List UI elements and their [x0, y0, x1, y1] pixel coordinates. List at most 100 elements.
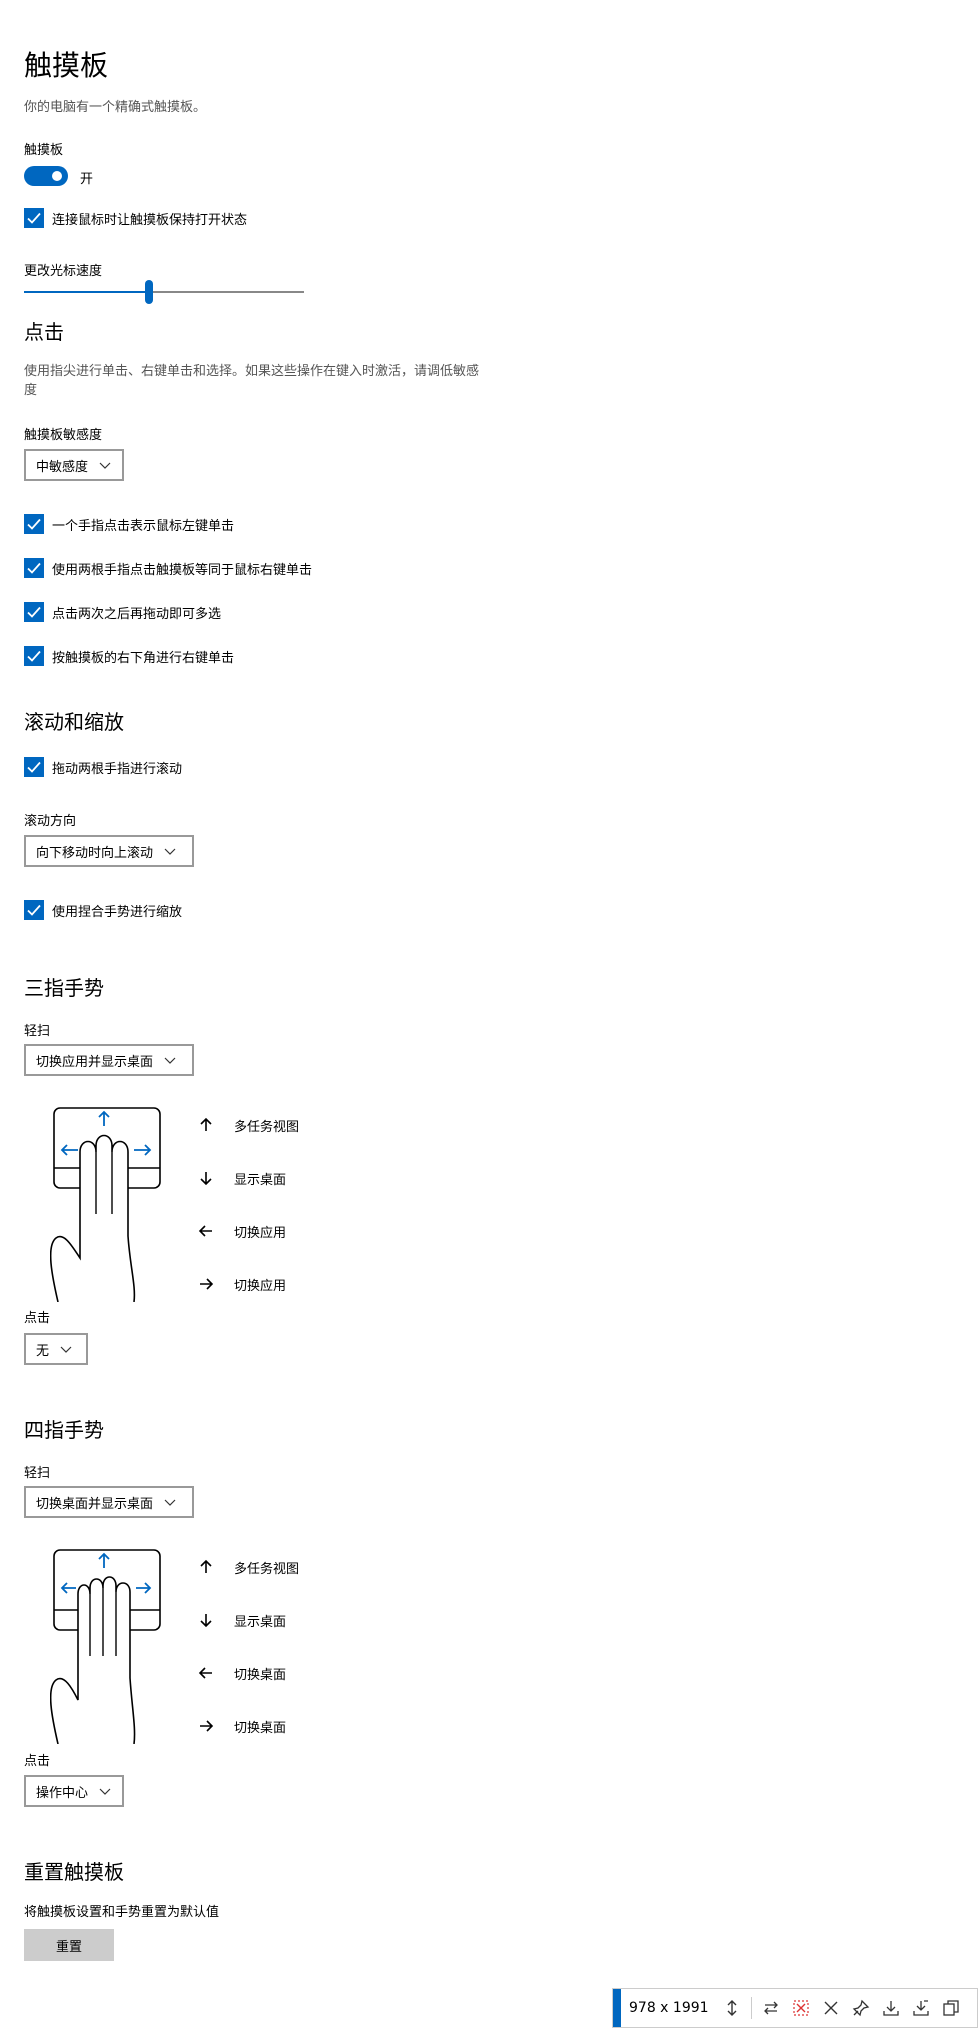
toggle-state-label: 开	[80, 172, 94, 187]
arrow-down-icon	[200, 1614, 212, 1628]
gesture-label: 切换桌面	[234, 1667, 287, 1683]
reset-button[interactable]: 重置	[24, 1929, 114, 1961]
arrow-right-icon	[200, 1278, 214, 1290]
checkbox-label: 连接鼠标时让触摸板保持打开状态	[52, 212, 248, 228]
three-finger-swipe-label: 轻扫	[24, 1024, 51, 1039]
close-icon[interactable]	[822, 1999, 840, 2017]
gesture-label: 显示桌面	[234, 1172, 287, 1188]
gesture-label: 显示桌面	[234, 1614, 287, 1630]
three-finger-swipe-dropdown[interactable]: 切换应用并显示桌面	[24, 1044, 194, 1076]
scroll-zoom-heading: 滚动和缩放	[24, 710, 124, 734]
pin-icon[interactable]	[852, 1999, 870, 2017]
sensitivity-label: 触摸板敏感度	[24, 428, 103, 443]
reset-description: 将触摸板设置和手势重置为默认值	[24, 1905, 220, 1920]
screenshot-toolbar: 978 x 1991	[612, 1988, 978, 2028]
tap-option-checkbox[interactable]: 点击两次之后再拖动即可多选	[24, 601, 221, 623]
dimension-readout: 978 x 1991	[629, 2000, 709, 2016]
gesture-swipe-left: 切换桌面	[198, 1663, 286, 1683]
three-finger-heading: 三指手势	[24, 976, 104, 1000]
gesture-swipe-right: 切换应用	[198, 1274, 286, 1294]
four-finger-tap-dropdown[interactable]: 操作中心	[24, 1775, 124, 1807]
gesture-label: 多任务视图	[234, 1119, 300, 1135]
arrow-down-icon	[200, 1172, 212, 1186]
taps-heading: 点击	[24, 320, 64, 344]
checkbox-checked-icon	[24, 900, 44, 920]
checkbox-label: 按触摸板的右下角进行右键单击	[52, 650, 235, 666]
three-finger-tap-dropdown[interactable]: 无	[24, 1333, 88, 1365]
arrow-right-icon	[200, 1720, 214, 1732]
checkbox-checked-icon	[24, 646, 44, 666]
touchpad-label: 触摸板	[24, 143, 64, 158]
three-finger-swipe-value: 切换应用并显示桌面	[36, 1054, 154, 1070]
pinch-zoom-checkbox[interactable]: 使用捏合手势进行缩放	[24, 899, 182, 921]
gesture-label: 切换桌面	[234, 1720, 287, 1736]
checkbox-label: 使用捏合手势进行缩放	[52, 904, 183, 920]
keep-on-with-mouse-checkbox[interactable]: 连接鼠标时让触摸板保持打开状态	[24, 207, 247, 229]
gesture-swipe-down: 显示桌面	[198, 1610, 286, 1630]
delete-region-icon[interactable]	[792, 1999, 810, 2017]
toolbar-divider	[750, 1997, 752, 2019]
chevron-down-icon	[164, 1057, 176, 1064]
toggle-knob	[52, 171, 62, 181]
save-as-icon[interactable]	[912, 1999, 930, 2017]
checkbox-checked-icon	[24, 558, 44, 578]
gesture-swipe-down: 显示桌面	[198, 1168, 286, 1188]
sensitivity-dropdown[interactable]: 中敏感度	[24, 449, 124, 481]
gesture-swipe-up: 多任务视图	[198, 1115, 299, 1135]
four-finger-heading: 四指手势	[24, 1418, 104, 1442]
three-finger-tap-label: 点击	[24, 1311, 51, 1326]
checkbox-label: 拖动两根手指进行滚动	[52, 761, 183, 777]
chevron-down-icon	[164, 1499, 176, 1506]
arrow-up-icon	[200, 1117, 212, 1131]
touchpad-toggle[interactable]	[24, 166, 68, 186]
cursor-speed-slider-fill	[24, 291, 150, 293]
scroll-direction-label: 滚动方向	[24, 814, 77, 829]
four-finger-tap-label: 点击	[24, 1754, 51, 1769]
arrow-left-icon	[198, 1667, 212, 1679]
chevron-down-icon	[60, 1346, 72, 1353]
gesture-swipe-up: 多任务视图	[198, 1557, 299, 1577]
page-subtitle: 你的电脑有一个精确式触摸板。	[24, 100, 207, 115]
tap-option-checkbox[interactable]: 使用两根手指点击触摸板等同于鼠标右键单击	[24, 557, 312, 579]
tap-option-checkbox[interactable]: 一个手指点击表示鼠标左键单击	[24, 513, 234, 535]
four-finger-tap-value: 操作中心	[36, 1785, 89, 1801]
taps-description: 使用指尖进行单击、右键单击和选择。如果这些操作在键入时激活，请调低敏感度	[24, 364, 480, 398]
three-finger-tap-value: 无	[36, 1343, 50, 1359]
resize-vertical-icon[interactable]	[723, 1999, 741, 2017]
reset-heading: 重置触摸板	[24, 1860, 124, 1884]
three-finger-hand-illustration	[50, 1107, 161, 1302]
page-title: 触摸板	[24, 49, 109, 82]
sensitivity-value: 中敏感度	[36, 459, 89, 475]
checkbox-checked-icon	[24, 602, 44, 622]
chevron-down-icon	[164, 848, 176, 855]
gesture-label: 切换应用	[234, 1225, 287, 1241]
copy-icon[interactable]	[942, 1999, 960, 2017]
checkbox-checked-icon	[24, 514, 44, 534]
four-finger-swipe-label: 轻扫	[24, 1466, 51, 1481]
chevron-down-icon	[99, 462, 111, 469]
swap-icon[interactable]	[762, 1999, 780, 2017]
checkbox-label: 使用两根手指点击触摸板等同于鼠标右键单击	[52, 562, 313, 578]
four-finger-swipe-dropdown[interactable]: 切换桌面并显示桌面	[24, 1486, 194, 1518]
drag-two-fingers-checkbox[interactable]: 拖动两根手指进行滚动	[24, 756, 182, 778]
gesture-swipe-right: 切换桌面	[198, 1716, 286, 1736]
checkbox-label: 点击两次之后再拖动即可多选	[52, 606, 222, 622]
cursor-speed-slider-thumb[interactable]	[145, 280, 153, 304]
cursor-speed-label: 更改光标速度	[24, 264, 103, 279]
tap-option-checkbox[interactable]: 按触摸板的右下角进行右键单击	[24, 645, 234, 667]
scroll-direction-value: 向下移动时向上滚动	[36, 845, 154, 861]
checkbox-checked-icon	[24, 208, 44, 228]
checkbox-label: 一个手指点击表示鼠标左键单击	[52, 518, 235, 534]
gesture-label: 多任务视图	[234, 1561, 300, 1577]
four-finger-hand-illustration	[50, 1549, 161, 1744]
arrow-left-icon	[198, 1225, 212, 1237]
gesture-label: 切换应用	[234, 1278, 287, 1294]
chevron-down-icon	[99, 1788, 111, 1795]
download-icon[interactable]	[882, 1999, 900, 2017]
arrow-up-icon	[200, 1559, 212, 1573]
scroll-direction-dropdown[interactable]: 向下移动时向上滚动	[24, 835, 194, 867]
four-finger-swipe-value: 切换桌面并显示桌面	[36, 1496, 154, 1512]
gesture-swipe-left: 切换应用	[198, 1221, 286, 1241]
checkbox-checked-icon	[24, 757, 44, 777]
toolbar-accent	[613, 1989, 621, 2027]
